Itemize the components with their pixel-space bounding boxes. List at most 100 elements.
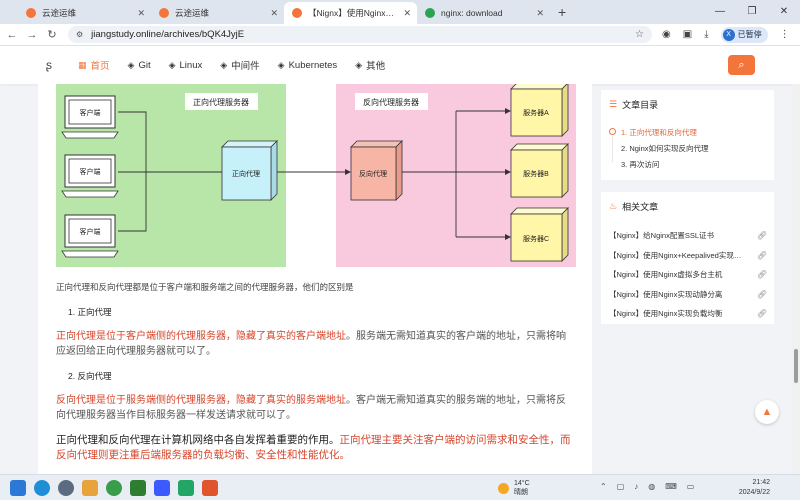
server-box: 服务器A [510,84,569,137]
tab-actions-icon[interactable] [0,2,18,24]
related-title: 相关文章 [622,202,659,212]
nav-item-git[interactable]: ◈ Git [128,60,151,71]
app-icon[interactable] [82,479,98,496]
tab-close-icon[interactable]: ✕ [403,8,411,19]
link-icon: 🔗︎ [756,270,767,280]
tab-title: 云途运维 [175,8,210,18]
nav-item-linux[interactable]: ◈ Linux [169,60,203,71]
home-icon: ▦ [78,59,87,70]
list-icon: ☰ [609,99,618,109]
related-item[interactable]: 【Nginx】使用Nginx实现动静分离 🔗︎ [609,285,767,305]
extensions-puzzle-icon[interactable]: ▣ [683,29,692,40]
layers-icon: ◈ [355,59,363,70]
url-input[interactable]: ⚙ jiangstudy.online/archives/bQK4JyjE ☆ [68,26,652,43]
tab-close-icon[interactable]: ✕ [137,8,145,19]
paragraph-forward: 正向代理是位于客户端侧的代理服务器，隐藏了真实的客户端地址。服务端无需知道真实的… [56,329,572,359]
related-item-label: 【Nginx】使用Nginx实现负载均衡 [609,309,723,319]
related-item-label: 【Nginx】使用Nginx虚拟多台主机 [609,270,723,280]
more-menu-icon[interactable]: ⋮ [780,29,790,40]
site-header: ʂ ▦ 首页 ◈ Git ◈ Linux ◈ 中间件 ◈ Kubernetes … [0,46,800,84]
battery-icon[interactable]: ▭ [687,482,695,491]
site-info-icon[interactable]: ⚙ [76,30,83,39]
chrome-icon[interactable] [106,479,122,496]
server-label: 服务器C [523,234,549,243]
nav-item-kubernetes[interactable]: ◈ Kubernetes [278,60,338,71]
taskbar-clock[interactable]: 21:42 2024/9/22 [739,478,770,498]
related-item[interactable]: 【Nginx】使用Nginx实现负载均衡 🔗︎ [609,304,767,324]
reload-icon[interactable]: ↻ [42,28,62,41]
search-button[interactable]: ⌕ [728,55,755,75]
toc-active-dot-icon [609,128,616,135]
related-item[interactable]: 【Nginx】使用Nginx虚拟多台主机 🔗︎ [609,265,767,285]
network-icon[interactable]: ◍ [648,482,655,491]
volume-icon[interactable]: ♪ [634,482,638,491]
nav-item-label: 中间件 [231,61,260,72]
minimize-icon[interactable]: — [704,0,736,24]
extension-icon[interactable]: ◉ [662,29,671,40]
tab-favicon-icon [26,8,36,18]
back-icon[interactable]: ← [2,29,22,41]
nav-item-other[interactable]: ◈ 其他 [355,58,385,73]
client-computer: 客户端 [61,214,119,258]
app-icon[interactable] [154,479,170,496]
related-item[interactable]: 【Nginx】使用Nginx+Keepalived实现高可用 🔗︎ [609,246,767,266]
summary-dark-text: 正向代理和反向代理在计算机网络中各自发挥着重要的作用。 [56,434,340,446]
link-icon: 🔗︎ [756,309,767,319]
link-icon: 🔗︎ [756,231,767,241]
browser-tab[interactable]: nginx: download ✕ [417,2,550,24]
sun-icon [498,482,509,494]
bookmark-star-icon[interactable]: ☆ [635,29,644,40]
tab-close-icon[interactable]: ✕ [270,8,278,19]
forward-title: 正向代理服务器 [193,97,249,107]
forward-icon[interactable]: → [22,29,42,41]
browser-tab-active[interactable]: 【Nignx】使用Nginx实现反向代理 ✕ [284,2,417,24]
windows-start-icon[interactable] [10,479,26,496]
layers-icon: ◈ [220,59,228,70]
toc-title: 文章目录 [622,100,659,110]
close-window-icon[interactable]: ✕ [768,0,800,24]
edge-icon[interactable] [34,479,50,496]
browser-tab[interactable]: 云途运维 ✕ [18,2,151,24]
paragraph-reverse: 反向代理是位于服务端侧的代理服务器，隐藏了真实的服务端地址。客户端无需知道真实的… [56,393,572,423]
new-tab-button[interactable]: + [550,2,574,24]
weather-label: 晴朗 [514,489,528,496]
toc-item[interactable]: 3. 再次访问 [609,156,709,172]
nav-item-home[interactable]: ▦ 首页 [78,58,110,73]
browser-tab[interactable]: 云途运维 ✕ [151,2,284,24]
nav-item-middleware[interactable]: ◈ 中间件 [220,58,260,73]
related-item-label: 【Nginx】使用Nginx实现动静分离 [609,289,723,299]
input-icon[interactable]: ▢ [617,482,625,491]
site-logo-icon[interactable]: ʂ [46,58,56,72]
sync-label: 已暂停 [737,30,762,39]
toc-item-label: 2. Nginx如何实现反向代理 [621,143,709,153]
avatar: X [722,28,735,41]
intro-text: 正向代理和反向代理都是位于客户端和服务端之间的代理服务器，他们的区别是 [56,282,354,292]
scrollbar-thumb[interactable] [794,349,798,383]
reverse-title: 反向代理服务器 [363,97,419,107]
url-text: jiangstudy.online/archives/bQK4JyjE [91,29,245,40]
forward-red-text: 正向代理是位于客户端侧的代理服务器，隐藏了真实的客户端地址 [56,331,346,342]
maximize-icon[interactable]: ❐ [736,0,768,24]
reverse-red-text: 反向代理是位于服务端侧的代理服务器，隐藏了真实的服务端地址 [56,395,346,406]
toc-item[interactable]: 1. 正向代理和反向代理 [609,124,709,140]
taskbar: 14°C 晴朗 ⌃ ▢ ♪ ◍ ⌨ ▭ 21:42 2024/9/22 [0,474,800,500]
settings-icon[interactable] [58,479,74,496]
app-icon[interactable] [178,479,194,496]
page-scrollbar[interactable] [792,84,800,474]
search-icon: ⌕ [738,59,745,71]
app-icon[interactable] [130,479,146,496]
chevron-up-icon[interactable]: ⌃ [600,482,607,491]
ime-icon[interactable]: ⌨ [665,482,677,491]
download-icon[interactable]: ⤓ [704,29,708,40]
related-item[interactable]: 【Nginx】给Nginx配置SSL证书 🔗︎ [609,226,767,246]
weather-widget[interactable]: 14°C 晴朗 [498,479,530,497]
app-icon[interactable] [202,479,218,496]
server-box: 服务器C [510,207,569,262]
layers-icon: ◈ [168,59,176,70]
server-box: 服务器B [510,143,569,198]
back-to-top-rocket-icon[interactable]: ▲ [755,400,779,424]
toc-item[interactable]: 2. Nginx如何实现反向代理 [609,140,709,156]
profile-sync-button[interactable]: X 已暂停 [720,26,768,43]
git-icon: ◈ [127,59,135,70]
tab-close-icon[interactable]: ✕ [536,8,544,19]
